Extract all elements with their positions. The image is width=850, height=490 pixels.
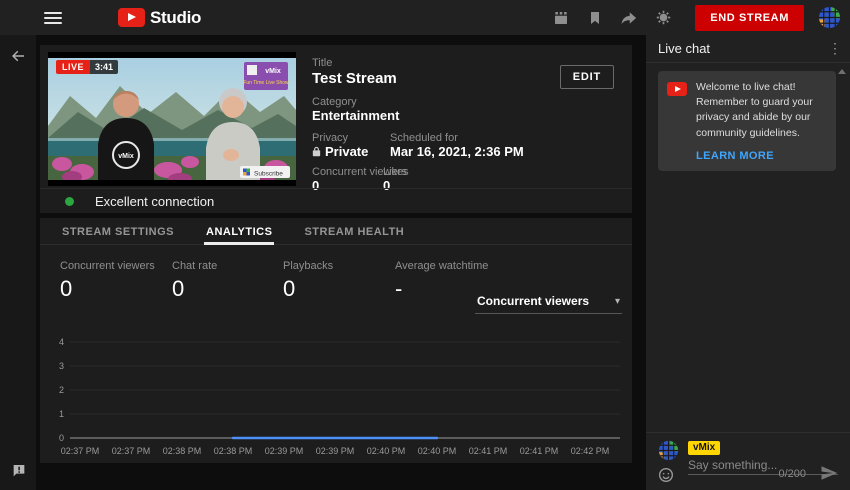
live-preview: vMix vMix Fun Time Live Show (48, 52, 296, 186)
privacy-value: Private (312, 144, 368, 159)
connection-status-text: Excellent connection (95, 194, 214, 209)
svg-text:02:38 PM: 02:38 PM (163, 446, 202, 456)
elapsed-time-badge: 3:41 (90, 60, 118, 74)
bookmark-icon[interactable] (585, 8, 605, 28)
category-value: Entertainment (312, 108, 399, 123)
gear-icon[interactable] (653, 8, 673, 28)
stream-title: Test Stream (312, 70, 397, 87)
stream-info-card: vMix vMix Fun Time Live Show (40, 45, 632, 213)
menu-icon[interactable] (44, 12, 62, 24)
svg-text:2: 2 (59, 385, 64, 395)
svg-text:02:40 PM: 02:40 PM (418, 446, 457, 456)
top-bar: Studio END STREAM (0, 0, 850, 35)
svg-text:02:41 PM: 02:41 PM (469, 446, 508, 456)
youtube-icon (667, 82, 687, 96)
tab-stream-settings[interactable]: STREAM SETTINGS (60, 218, 176, 245)
youtube-logo-icon (118, 8, 145, 27)
analytics-card: STREAM SETTINGS ANALYTICS STREAM HEALTH … (40, 218, 632, 463)
connection-status-dot (65, 197, 74, 206)
metric-concurrent-viewers: Concurrent viewers 0 (60, 260, 155, 302)
privacy-label: Privacy (312, 132, 348, 144)
svg-text:02:38 PM: 02:38 PM (214, 446, 253, 456)
left-rail (0, 35, 36, 490)
tab-bar: STREAM SETTINGS ANALYTICS STREAM HEALTH (40, 218, 632, 245)
back-arrow-icon[interactable] (9, 47, 27, 65)
chat-input-area: vMix Say something... 0/200 (646, 432, 850, 490)
metric-label: Playbacks (283, 260, 333, 272)
svg-text:02:41 PM: 02:41 PM (520, 446, 559, 456)
metric-value: 0 (60, 276, 155, 302)
learn-more-link[interactable]: LEARN MORE (696, 150, 827, 162)
svg-text:1: 1 (59, 409, 64, 419)
char-counter: 0/200 (778, 468, 806, 480)
connection-status-row: Excellent connection (40, 188, 632, 213)
concurrent-viewers-chart: 0 1 2 3 4 02:37 PM 02:37 PM 02:38 PM 02:38 PM 02:… (54, 330, 624, 460)
studio-wordmark: Studio (150, 8, 201, 28)
send-icon[interactable] (820, 464, 838, 482)
scroll-up-icon[interactable] (838, 69, 846, 74)
svg-text:02:39 PM: 02:39 PM (265, 446, 304, 456)
svg-text:02:37 PM: 02:37 PM (112, 446, 151, 456)
film-icon[interactable] (551, 8, 571, 28)
input-underline (688, 474, 838, 475)
owner-badge: vMix (688, 441, 720, 455)
svg-text:02:42 PM: 02:42 PM (571, 446, 610, 456)
svg-text:3: 3 (59, 361, 64, 371)
likes-label: Likes (383, 166, 409, 178)
live-chat-header: Live chat ⋮ (646, 35, 850, 63)
live-badge: LIVE (56, 60, 90, 74)
studio-logo[interactable]: Studio (118, 8, 201, 28)
lock-icon (312, 146, 321, 157)
kebab-menu-icon[interactable]: ⋮ (828, 40, 842, 57)
emoji-icon[interactable] (658, 467, 674, 483)
metric-label: Chat rate (172, 260, 217, 272)
svg-text:vMix: vMix (118, 153, 134, 160)
scheduled-label: Scheduled for (390, 132, 458, 144)
metric-label: Concurrent viewers (60, 260, 155, 272)
svg-text:4: 4 (59, 337, 64, 347)
chat-message-input[interactable]: Say something... (688, 458, 777, 472)
metric-chat-rate: Chat rate 0 (172, 260, 217, 302)
category-label: Category (312, 96, 357, 108)
metric-value: 0 (172, 276, 217, 302)
chat-welcome-message: Welcome to live chat! Remember to guard … (658, 71, 836, 171)
tab-analytics[interactable]: ANALYTICS (204, 218, 274, 245)
show-logo-overlay: vMix Fun Time Live Show (243, 62, 289, 90)
youtube-studio-live-dashboard: Studio END STREAM (0, 0, 850, 490)
chat-avatar (658, 440, 679, 461)
scheduled-value: Mar 16, 2021, 2:36 PM (390, 144, 524, 159)
chart-metric-dropdown[interactable]: Concurrent viewers ▾ (475, 294, 622, 314)
end-stream-button[interactable]: END STREAM (695, 5, 804, 31)
live-chat-title: Live chat (658, 41, 710, 56)
svg-text:vMix: vMix (265, 68, 281, 75)
svg-text:Fun Time Live Show: Fun Time Live Show (243, 80, 289, 86)
edit-button[interactable]: EDIT (560, 65, 614, 89)
metric-label: Average watchtime (395, 260, 488, 272)
tab-stream-health[interactable]: STREAM HEALTH (302, 218, 406, 245)
svg-text:0: 0 (59, 433, 64, 443)
svg-text:Subscribe: Subscribe (254, 171, 283, 178)
subscribe-overlay: Subscribe (240, 166, 290, 178)
share-icon[interactable] (619, 8, 639, 28)
svg-text:02:37 PM: 02:37 PM (61, 446, 100, 456)
svg-text:02:40 PM: 02:40 PM (367, 446, 406, 456)
svg-text:02:39 PM: 02:39 PM (316, 446, 355, 456)
dropdown-selected-value: Concurrent viewers (477, 294, 589, 308)
metric-value: 0 (283, 276, 333, 302)
feedback-icon[interactable] (11, 463, 27, 479)
live-chat-panel: Live chat ⋮ Welcome to live chat! Rememb… (646, 35, 850, 490)
account-avatar[interactable] (818, 6, 841, 29)
stream-details: Title Test Stream EDIT Category Entertai… (312, 45, 632, 185)
privacy-text: Private (325, 144, 368, 159)
chevron-down-icon: ▾ (615, 296, 620, 307)
welcome-text: Welcome to live chat! Remember to guard … (696, 80, 827, 141)
title-label: Title (312, 57, 332, 69)
metric-playbacks: Playbacks 0 (283, 260, 333, 302)
